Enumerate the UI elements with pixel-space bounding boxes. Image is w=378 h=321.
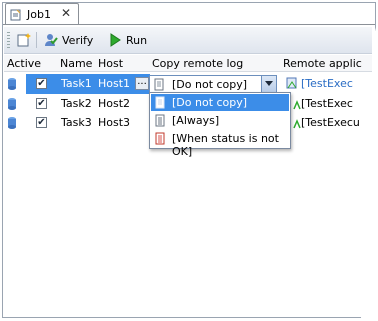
chevron-down-icon [265,81,273,86]
run-button[interactable]: Run [108,30,147,50]
dropdown-arrow-button[interactable] [261,76,276,92]
task-database-icon [8,98,16,110]
column-header-remote-application[interactable]: Remote applic [283,57,362,70]
document-icon [154,78,164,91]
tab-label: Job1 [27,8,51,21]
remote-app-value: [TestExec [301,97,353,110]
remote-app-value: [TestExecu [301,116,360,129]
active-checkbox[interactable]: ✔ [36,98,47,109]
window-frame: Job1 ✕ Verify Run Active Name Host Copy … [0,0,378,321]
document-icon [10,9,21,21]
verify-button[interactable]: Verify [42,30,93,50]
host-name: Host1 [98,77,131,90]
option-label: [When status is not OK] [172,132,279,158]
new-item-button[interactable] [16,30,32,50]
remote-app-value: [TestExec [301,77,353,90]
active-checkbox[interactable]: ✔ [36,78,47,89]
host-browse-button[interactable]: ... [135,77,149,90]
document-error-icon [155,132,165,145]
column-header-copy-remote-log[interactable]: Copy remote log [152,57,243,70]
dropdown-list: [Do not copy] [Always] [When status is n… [149,92,291,158]
option-label: [Do not copy] [172,96,248,109]
verify-label: Verify [62,33,94,47]
task-name: Task2 [61,97,92,110]
option-when-status-not-ok[interactable]: [When status is not OK] [151,130,289,158]
option-label: [Always] [172,114,220,127]
active-checkbox[interactable]: ✔ [36,117,47,128]
run-label: Run [126,33,148,47]
remote-app-icon [293,100,301,110]
select-value: [Do not copy] [172,78,248,91]
column-header-host[interactable]: Host [98,57,123,70]
play-icon [110,33,121,47]
remote-app-icon [293,119,301,129]
document-lines-icon [155,114,165,127]
toolbar: Verify Run [4,27,372,54]
toolbar-separator [36,32,37,48]
document-icon [155,96,165,109]
host-name: Host3 [98,116,131,129]
verify-icon [45,34,58,46]
toolbar-grip[interactable] [7,32,10,48]
task-database-icon [8,117,16,129]
new-sparkle-icon [17,33,31,47]
grid-header: Active Name Host Copy remote log Remote … [4,55,372,72]
close-icon[interactable]: ✕ [61,6,71,20]
task-name: Task3 [61,116,92,129]
host-name: Host2 [98,97,131,110]
column-header-name[interactable]: Name [60,57,92,70]
copy-remote-log-select[interactable]: [Do not copy] [149,75,277,93]
tab-divider [3,24,375,25]
column-header-active[interactable]: Active [7,57,41,70]
tab-job1[interactable]: Job1 ✕ [5,3,79,25]
task-database-icon [8,78,16,90]
option-do-not-copy[interactable]: [Do not copy] [151,94,289,111]
option-always[interactable]: [Always] [151,112,289,129]
remote-app-icon [286,77,297,89]
task-name: Task1 [61,77,92,90]
tab-strip: Job1 ✕ [3,3,375,25]
